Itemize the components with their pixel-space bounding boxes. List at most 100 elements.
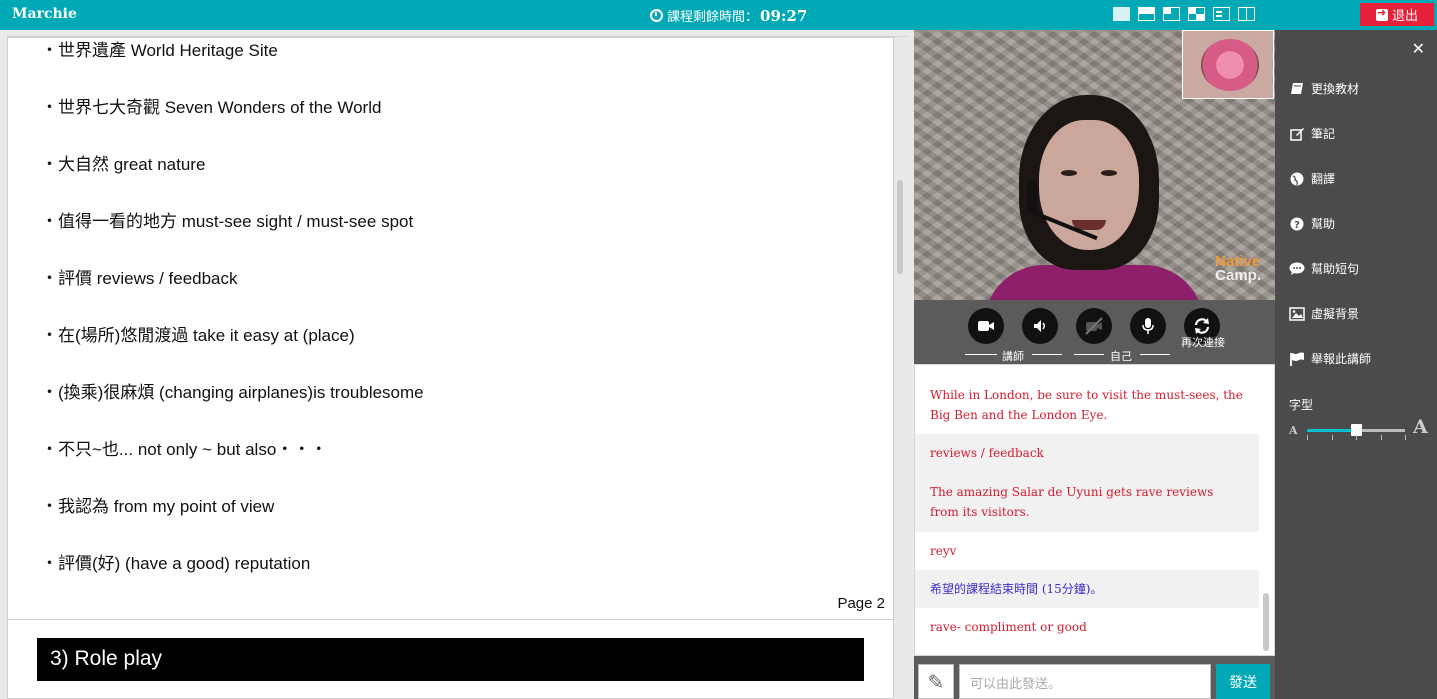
chat-message: 希望的課程結束時間 (15分鐘)。 [915, 570, 1259, 608]
vocab-item: ・評價 reviews / feedback [41, 269, 238, 288]
self-camera-image [1201, 39, 1259, 91]
teacher-face [1039, 120, 1139, 250]
vocab-item: ・世界七大奇觀 Seven Wonders of the World [41, 98, 382, 117]
teacher-eye [1101, 170, 1117, 176]
teacher-divider [1032, 354, 1062, 355]
chat-message: The amazing Salar de Uyuni gets rave rev… [915, 472, 1259, 532]
reconnect-label: 再次連接 [1181, 336, 1225, 349]
video-controls: 講師 自己 再次連接 [914, 300, 1275, 364]
sidebar-item-virtual-background[interactable]: 虛擬背景 [1289, 305, 1359, 322]
layout-video-top-icon[interactable] [1138, 7, 1155, 21]
font-size-tick [1356, 435, 1357, 440]
layout-columns-icon[interactable] [1238, 7, 1255, 21]
brand-name: Marchie [12, 6, 77, 22]
video-camera-icon [978, 321, 994, 331]
timer-value: 09:27 [760, 6, 808, 25]
font-small-icon: A [1289, 424, 1298, 437]
vocab-item: ・世界遺產 World Heritage Site [41, 41, 278, 60]
chat-message: reviews / feedback [915, 434, 1259, 472]
vocab-item: ・評價(好) (have a good) reputation [41, 554, 311, 573]
paperclip-icon: ✎ [927, 669, 945, 694]
chat-scrollbar[interactable] [1263, 593, 1269, 651]
refresh-icon [1194, 318, 1210, 334]
self-controls-label: 自己 [1110, 350, 1132, 363]
font-size-tick [1307, 435, 1308, 440]
chat-input[interactable]: 可以由此發送。 [959, 664, 1211, 699]
font-size-tick [1381, 435, 1382, 440]
vocab-item: ・大自然 great nature [41, 155, 206, 174]
exit-icon [1375, 6, 1388, 21]
video-off-icon [1085, 317, 1103, 335]
chat-input-bar: ✎ 可以由此發送。 發送 [914, 656, 1275, 699]
edit-icon [1289, 126, 1305, 142]
sidebar-item-label: 幫助短句 [1311, 262, 1360, 276]
teacher-shoulders [984, 265, 1204, 300]
chat-message: While in London, be sure to visit the mu… [930, 388, 1243, 422]
sidebar-item-help-phrases[interactable]: 幫助短句 [1289, 260, 1359, 277]
teacher-eye [1061, 170, 1077, 176]
layout-switcher [1113, 7, 1255, 21]
video-watermark: Native Camp. [1215, 254, 1261, 284]
layout-split-icon[interactable] [1188, 7, 1205, 21]
sidebar-item-label: 舉報此講師 [1311, 352, 1372, 366]
self-camera-preview[interactable] [1182, 30, 1274, 99]
microphone-icon [1142, 318, 1154, 334]
exit-button[interactable]: 退出 [1360, 3, 1434, 26]
chat-message: rave- compliment or good [930, 620, 1087, 634]
sidebar-item-notes[interactable]: 筆記 [1289, 125, 1335, 142]
font-size-ticks [1307, 435, 1406, 441]
svg-text:?: ? [1294, 220, 1300, 231]
close-icon[interactable]: ✕ [1412, 39, 1425, 58]
exit-label: 退出 [1391, 9, 1418, 24]
sidebar-item-label: 更換教材 [1311, 82, 1360, 96]
speaker-button[interactable] [1022, 308, 1058, 344]
font-large-icon: A [1413, 416, 1428, 438]
vocab-item: ・在(場所)悠閒渡過 take it easy at (place) [41, 326, 355, 345]
tools-sidebar: ✕ 更換教材 筆記 翻譯 ? 幫助 幫助短句 虛擬背景 舉報此講師 字型 A A [1275, 30, 1437, 699]
send-button[interactable]: 發送 [1216, 664, 1270, 699]
speaker-icon [1034, 320, 1045, 332]
teacher-controls-label: 講師 [1002, 350, 1024, 363]
sidebar-item-help[interactable]: ? 幫助 [1289, 215, 1335, 232]
vocab-item: ・我認為 from my point of view [41, 497, 275, 516]
vocab-item: ・(換乘)很麻煩 (changing airplanes)is troubles… [41, 383, 424, 402]
camera-button[interactable] [968, 308, 1004, 344]
microphone-button[interactable] [1130, 308, 1166, 344]
flag-icon [1289, 351, 1305, 367]
layout-video-full-icon[interactable] [1113, 7, 1130, 21]
sidebar-item-label: 幫助 [1311, 217, 1336, 231]
layout-text-icon[interactable] [1213, 7, 1230, 21]
material-page: ・世界遺產 World Heritage Site ・世界七大奇觀 Seven … [8, 38, 893, 620]
sidebar-item-translate[interactable]: 翻譯 [1289, 170, 1335, 187]
font-size-slider[interactable] [1307, 424, 1405, 436]
layout-video-left-top-icon[interactable] [1163, 7, 1180, 21]
top-bar: Marchie 課程剩餘時間： 09:27 退出 [0, 0, 1437, 30]
teacher-divider [965, 354, 997, 355]
font-size-tick [1405, 435, 1406, 440]
help-icon: ? [1289, 216, 1305, 232]
chat-log[interactable]: While in London, be sure to visit the mu… [914, 364, 1275, 656]
image-icon [1289, 306, 1305, 322]
sidebar-item-label: 翻譯 [1311, 172, 1336, 186]
lesson-timer: 課程剩餘時間： 09:27 [650, 6, 807, 25]
document-scrollbar[interactable] [897, 180, 903, 274]
font-size-slider-fill [1307, 429, 1356, 432]
sidebar-item-label: 筆記 [1311, 127, 1336, 141]
section-heading: 3) Role play [37, 638, 864, 681]
attach-button[interactable]: ✎ [918, 664, 954, 699]
watermark-camp: Camp. [1215, 267, 1261, 284]
globe-icon [1289, 171, 1305, 187]
vocab-item: ・不只~也... not only ~ but also・・・ [41, 440, 328, 459]
sidebar-item-report-teacher[interactable]: 舉報此講師 [1289, 350, 1371, 367]
vocab-item: ・值得一看的地方 must-see sight / must-see spot [41, 212, 414, 231]
self-camera-off-button[interactable] [1076, 308, 1112, 344]
font-size-label: 字型 [1289, 398, 1314, 412]
sidebar-item-change-material[interactable]: 更換教材 [1289, 80, 1359, 97]
self-divider [1140, 354, 1170, 355]
timer-label: 課程剩餘時間： [667, 10, 759, 25]
speech-bubble-icon [1289, 261, 1305, 277]
sidebar-item-label: 虛擬背景 [1311, 307, 1360, 321]
lesson-material[interactable]: ・世界遺產 World Heritage Site ・世界七大奇觀 Seven … [7, 37, 894, 699]
clock-icon [650, 9, 663, 22]
chat-message: reyv [930, 544, 957, 558]
